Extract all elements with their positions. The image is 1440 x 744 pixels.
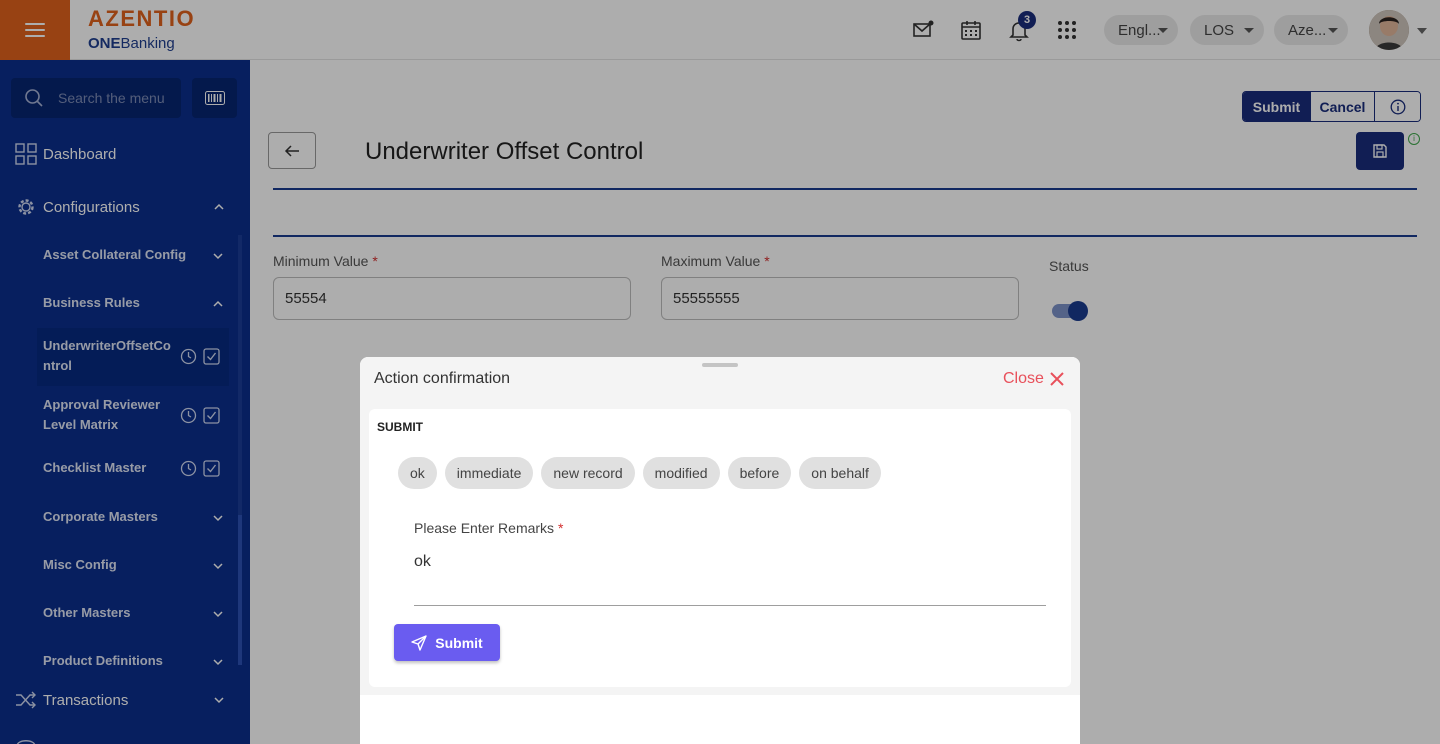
send-icon xyxy=(411,634,427,651)
chip-modified[interactable]: modified xyxy=(642,457,720,489)
chip-before[interactable]: before xyxy=(727,457,792,489)
close-label: Close xyxy=(1003,370,1044,387)
submit-label: Submit xyxy=(435,634,483,651)
dialog-title: Action confirmation xyxy=(374,370,511,387)
chip-ok[interactable]: ok xyxy=(398,457,437,489)
close-button[interactable]: Close xyxy=(1003,370,1064,388)
dialog-card: SUBMIT ok immediate new record modified … xyxy=(369,409,1071,687)
action-confirmation-dialog: Action confirmation Close SUBMIT ok imme… xyxy=(360,357,1080,744)
section-heading: SUBMIT xyxy=(377,420,423,434)
remarks-input[interactable]: ok xyxy=(414,553,431,571)
chip-new-record[interactable]: new record xyxy=(541,457,635,489)
quick-remark-chips: ok immediate new record modified before … xyxy=(398,457,881,489)
close-icon xyxy=(1050,372,1064,386)
dialog-submit-button[interactable]: Submit xyxy=(394,624,500,661)
chip-on-behalf[interactable]: on behalf xyxy=(799,457,881,489)
remarks-underline xyxy=(414,605,1046,606)
drag-handle[interactable] xyxy=(702,363,738,367)
chip-immediate[interactable]: immediate xyxy=(444,457,534,489)
remarks-label: Please Enter Remarks * xyxy=(414,520,564,536)
